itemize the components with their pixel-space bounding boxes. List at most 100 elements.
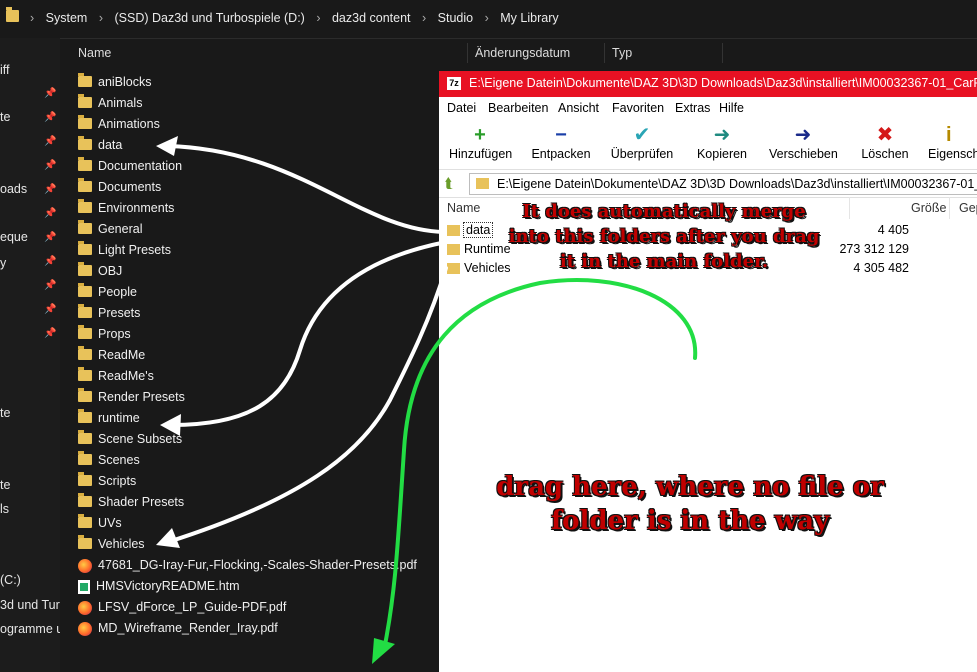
folder-row[interactable]: Shader Presets (78, 492, 184, 513)
folder-icon (78, 199, 92, 214)
test-button[interactable]: ✔ Überprüfen (610, 123, 674, 161)
file-row[interactable]: MD_Wireframe_Render_Iray.pdf (78, 618, 278, 639)
breadcrumb-item[interactable]: Studio (438, 11, 473, 25)
pin-icon[interactable]: 📌 (44, 328, 56, 339)
folder-row[interactable]: Scene Subsets (78, 429, 182, 450)
folder-row[interactable]: Presets (78, 303, 140, 324)
folder-row[interactable]: Render Presets (78, 387, 185, 408)
archive-row[interactable]: data (447, 221, 494, 240)
annotation-drag-note: drag here, where no file or folder is in… (496, 472, 884, 536)
breadcrumb-item[interactable]: daz3d content (332, 11, 411, 25)
column-header-name[interactable]: Name (78, 38, 111, 68)
folder-row[interactable]: Documentation (78, 156, 182, 177)
pin-icon[interactable]: 📌 (44, 280, 56, 291)
menu-item-hilfe[interactable]: Hilfe (719, 101, 744, 115)
folder-row[interactable]: aniBlocks (78, 72, 152, 93)
archive-row[interactable]: Vehicles (447, 259, 511, 278)
nav-item[interactable]: oads (0, 182, 27, 196)
column-divider[interactable] (949, 197, 950, 219)
title-bar[interactable]: 7z E:\Eigene Datein\Dokumente\DAZ 3D\3D … (439, 71, 977, 97)
delete-button[interactable]: ✖ Löschen (859, 123, 911, 161)
file-row[interactable]: LFSV_dForce_LP_Guide-PDF.pdf (78, 597, 286, 618)
size-value: 4 405 (877, 223, 909, 237)
pin-icon[interactable]: 📌 (44, 136, 56, 147)
extract-button[interactable]: − Entpacken (531, 123, 591, 161)
copy-button[interactable]: ➜ Kopieren (695, 123, 749, 161)
info-icon: i (946, 124, 952, 146)
arrow-to-data (166, 144, 446, 234)
folder-row[interactable]: Vehicles (78, 534, 145, 555)
folder-row[interactable]: Environments (78, 198, 174, 219)
nav-item[interactable]: te (0, 110, 10, 124)
folder-icon (447, 263, 460, 275)
properties-button[interactable]: i Eigensch (928, 123, 977, 161)
column-header-type[interactable]: Typ (612, 38, 632, 68)
breadcrumb-item[interactable]: System (46, 11, 88, 25)
file-row[interactable]: 47681_DG-Iray-Fur,-Flocking,-Scales-Shad… (78, 555, 417, 576)
arrow-right-icon: ➜ (713, 124, 731, 146)
folder-row[interactable]: Props (78, 324, 131, 345)
folder-row[interactable]: OBJ (78, 261, 122, 282)
column-divider[interactable] (604, 43, 605, 63)
menu-item-favoriten[interactable]: Favoriten (612, 101, 664, 115)
window-title: E:\Eigene Datein\Dokumente\DAZ 3D\3D Dow… (469, 76, 977, 90)
folder-row[interactable]: ReadMe's (78, 366, 154, 387)
folder-row[interactable]: runtime (78, 408, 140, 429)
folder-row[interactable]: Documents (78, 177, 161, 198)
column-header-date[interactable]: Änderungsdatum (475, 38, 570, 68)
column-header-name[interactable]: Name (447, 201, 480, 215)
menu-item-datei[interactable]: Datei (447, 101, 476, 115)
menu-item-extras[interactable]: Extras (675, 101, 710, 115)
arrowhead (156, 136, 178, 156)
folder-row[interactable]: General (78, 219, 142, 240)
add-button[interactable]: + Hinzufügen (449, 123, 512, 161)
folder-up-icon[interactable]: ⮬ (445, 175, 453, 192)
nav-item[interactable]: eque (0, 230, 28, 244)
pin-icon[interactable]: 📌 (44, 112, 56, 123)
folder-row[interactable]: data (78, 135, 122, 156)
nav-item[interactable]: ogramme u (0, 622, 60, 636)
pin-icon[interactable]: 📌 (44, 304, 56, 315)
navigation-pane[interactable]: iff te oads eque y te te ls (C:) 3d und … (0, 38, 60, 672)
move-button[interactable]: ➜ Verschieben (769, 123, 838, 161)
folder-row[interactable]: Scenes (78, 450, 140, 471)
folder-row[interactable]: ReadMe (78, 345, 145, 366)
pin-icon[interactable]: 📌 (44, 160, 56, 171)
folder-row[interactable]: Animals (78, 93, 142, 114)
breadcrumb-item[interactable]: (SSD) Daz3d und Turbospiele (D:) (114, 11, 304, 25)
breadcrumb[interactable]: › System › (SSD) Daz3d und Turbospiele (… (26, 11, 563, 25)
pin-icon[interactable]: 📌 (44, 208, 56, 219)
column-header-packed[interactable]: Gep (959, 201, 977, 215)
folder-icon (78, 262, 92, 277)
nav-item[interactable]: iff (0, 63, 10, 77)
address-bar[interactable]: › System › (SSD) Daz3d und Turbospiele (… (0, 0, 977, 39)
file-row[interactable]: HMSVictoryREADME.htm (78, 576, 240, 597)
nav-item[interactable]: te (0, 478, 10, 492)
column-divider[interactable] (849, 197, 850, 219)
breadcrumb-item[interactable]: My Library (500, 11, 558, 25)
path-input[interactable]: E:\Eigene Datein\Dokumente\DAZ 3D\3D Dow… (469, 173, 977, 195)
nav-item[interactable]: te (0, 406, 10, 420)
pin-icon[interactable]: 📌 (44, 232, 56, 243)
folder-row[interactable]: UVs (78, 513, 122, 534)
pin-icon[interactable]: 📌 (44, 256, 56, 267)
folder-row[interactable]: People (78, 282, 137, 303)
folder-row[interactable]: Light Presets (78, 240, 171, 261)
column-divider[interactable] (722, 43, 723, 63)
column-header-size[interactable]: Größe (911, 201, 946, 215)
column-divider[interactable] (467, 43, 468, 63)
sevenzip-logo: 7z (447, 77, 461, 90)
nav-item[interactable]: (C:) (0, 573, 21, 587)
archive-row[interactable]: Runtime (447, 240, 511, 259)
nav-item[interactable]: y (0, 256, 6, 270)
pin-icon[interactable]: 📌 (44, 88, 56, 99)
pin-icon[interactable]: 📌 (44, 184, 56, 195)
nav-item[interactable]: ls (0, 502, 9, 516)
folder-icon (78, 388, 92, 403)
pdf-icon (78, 621, 92, 636)
folder-row[interactable]: Animations (78, 114, 160, 135)
menu-item-bearbeiten[interactable]: Bearbeiten (488, 101, 548, 115)
nav-item[interactable]: 3d und Tur (0, 598, 60, 612)
folder-row[interactable]: Scripts (78, 471, 136, 492)
menu-item-ansicht[interactable]: Ansicht (558, 101, 599, 115)
